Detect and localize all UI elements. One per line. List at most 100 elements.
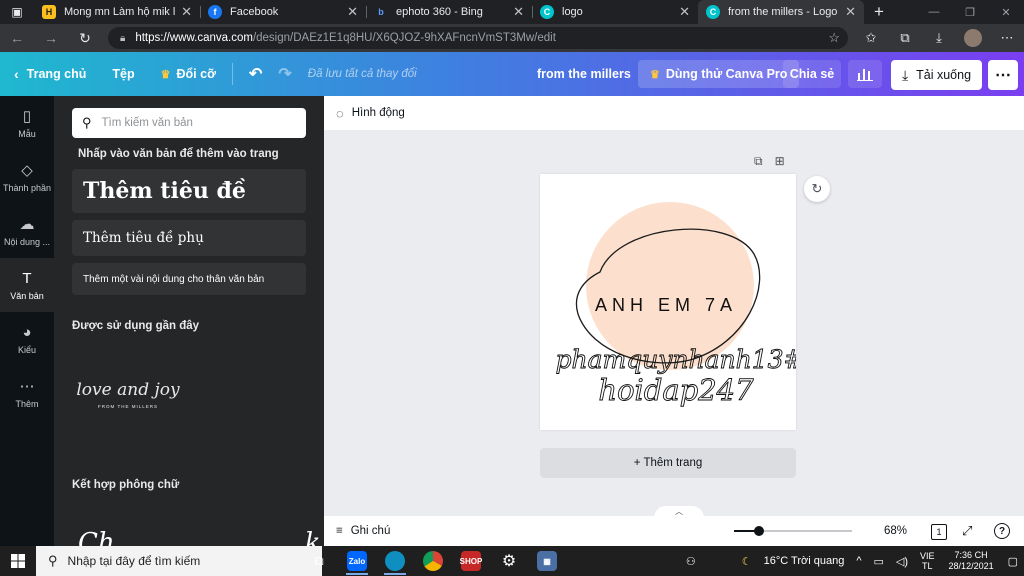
help-icon[interactable]: ? bbox=[994, 523, 1010, 539]
browser-tab-2[interactable]: b ephoto 360 - Bing ✕ bbox=[366, 0, 532, 24]
close-tab-icon[interactable]: ✕ bbox=[181, 4, 192, 20]
zoom-value[interactable]: 68% bbox=[884, 525, 907, 537]
chrome-icon[interactable] bbox=[414, 546, 452, 576]
design-title[interactable]: from the millers bbox=[537, 52, 631, 96]
edge-icon[interactable] bbox=[376, 546, 414, 576]
page-count[interactable]: 1 bbox=[931, 524, 947, 540]
zoom-slider[interactable] bbox=[734, 526, 852, 536]
rail-item-more[interactable]: ⋯ Thêm bbox=[0, 366, 54, 420]
notes-label: Ghi chú bbox=[350, 525, 391, 537]
collections-icon[interactable]: ⧉ bbox=[888, 30, 922, 46]
file-menu-button[interactable]: Tệp bbox=[104, 52, 142, 96]
taskbar-search-input[interactable]: ⚲ Nhập tại đây để tìm kiếm bbox=[36, 546, 322, 576]
fullscreen-icon[interactable]: ⤢ bbox=[962, 523, 972, 539]
rail-item-templates[interactable]: ▯ Mẫu bbox=[0, 96, 54, 150]
download-label: Tải xuống bbox=[916, 68, 972, 82]
undo-button[interactable]: ↶ bbox=[241, 52, 270, 96]
clock[interactable]: 7:36 CH 28/12/2021 bbox=[949, 550, 994, 572]
font-combos-title: Kết hợp phông chữ bbox=[72, 479, 180, 491]
weather-text[interactable]: 16°C Trời quang bbox=[764, 555, 845, 567]
zalo-icon[interactable]: Zalo bbox=[338, 546, 376, 576]
close-tab-icon[interactable]: ✕ bbox=[845, 4, 856, 20]
try-pro-button[interactable]: ♛ Dùng thử Canva Pro bbox=[638, 60, 800, 88]
tab-title: logo bbox=[562, 6, 583, 18]
lock-icon: 🔒︎ bbox=[120, 32, 126, 44]
browser-tab-3[interactable]: C logo ✕ bbox=[532, 0, 698, 24]
more-options-button[interactable]: ⋯ bbox=[988, 60, 1018, 90]
add-body-text-button[interactable]: Thêm một vài nội dung cho thân văn bản bbox=[72, 263, 306, 295]
add-subheading-button[interactable]: Thêm tiêu đề phụ bbox=[72, 220, 306, 256]
reload-icon[interactable]: ↻ bbox=[68, 30, 102, 47]
close-tab-icon[interactable]: ✕ bbox=[513, 4, 524, 20]
download-icon: ⤓ bbox=[901, 66, 909, 83]
volume-icon[interactable]: ◁) bbox=[896, 555, 908, 568]
close-tab-icon[interactable]: ✕ bbox=[679, 4, 690, 20]
windows-start-icon[interactable] bbox=[0, 546, 36, 576]
add-heading-button[interactable]: Thêm tiêu đề bbox=[72, 169, 306, 213]
insights-chart-icon[interactable] bbox=[848, 60, 882, 88]
task-view-icon[interactable]: ⧉ bbox=[300, 546, 338, 576]
url-path: /design/DAEz1E1q8HU/X6QJOZ-9hXAFncnVmST3… bbox=[252, 32, 556, 44]
new-tab-button[interactable]: + bbox=[864, 2, 894, 22]
settings-gear-icon[interactable]: ⚙ bbox=[490, 546, 528, 576]
downloads-icon[interactable]: ⤓ bbox=[922, 30, 956, 46]
url-field[interactable]: 🔒︎ https://www.canva.com/design/DAEz1E1q… bbox=[108, 27, 848, 49]
taskbar-search-placeholder: Nhập tại đây để tìm kiếm bbox=[67, 554, 201, 568]
add-page-icon[interactable]: ⊞ bbox=[775, 154, 785, 169]
add-page-button[interactable]: + Thêm trang bbox=[540, 448, 796, 478]
lang-top: VIE bbox=[920, 551, 935, 561]
close-window-icon[interactable]: ✕ bbox=[988, 0, 1024, 24]
design-main-text: ANH EM 7A bbox=[595, 295, 737, 315]
restore-icon[interactable]: ❐ bbox=[952, 0, 988, 24]
font-combo-preview[interactable]: Ch . . . . . . . . . . . k bbox=[78, 528, 320, 546]
browser-tab-0[interactable]: H Mong mn Làm hộ mik logo Ả ✕ bbox=[34, 0, 200, 24]
editor-area: ◌ Hình động ⧉ ⊞ ANH EM 7A phamquynhanh13… bbox=[324, 96, 1024, 546]
browser-tab-1[interactable]: f Facebook ✕ bbox=[200, 0, 366, 24]
tab-title: ephoto 360 - Bing bbox=[396, 6, 483, 18]
rail-item-styles[interactable]: ◕ Kiểu bbox=[0, 312, 54, 366]
favorite-star-icon[interactable]: ☆ bbox=[828, 30, 840, 46]
rail-item-text[interactable]: T Văn bản bbox=[0, 258, 54, 312]
duplicate-page-icon[interactable]: ⧉ bbox=[754, 154, 763, 169]
zoom-knob[interactable] bbox=[753, 526, 764, 536]
back-icon[interactable]: ← bbox=[0, 30, 34, 46]
notes-button[interactable]: ≡ Ghi chú bbox=[336, 525, 390, 537]
app-icon[interactable]: SHOP bbox=[452, 546, 490, 576]
rail-label: Mẫu bbox=[18, 129, 36, 139]
animate-icon: ◌ bbox=[336, 105, 344, 121]
taskbar-apps: ⧉ Zalo SHOP ⚙ ▦ bbox=[300, 546, 566, 576]
favorites-icon[interactable]: ✩ bbox=[854, 30, 888, 46]
notification-icon[interactable]: ▢ bbox=[1008, 555, 1018, 568]
browser-tab-4[interactable]: C from the millers - Logo ✕ bbox=[698, 0, 864, 24]
animate-button[interactable]: Hình động bbox=[352, 107, 405, 119]
crown-icon: ♛ bbox=[160, 68, 171, 81]
network-icon[interactable]: ▭ bbox=[874, 555, 884, 568]
chevron-up-icon[interactable]: ^ bbox=[856, 555, 861, 567]
profile-avatar[interactable] bbox=[964, 29, 982, 47]
tab-actions-icon[interactable]: ▣ bbox=[0, 0, 34, 24]
recent-text-thumbnail[interactable]: love and joy FROM THE MILLERS bbox=[72, 354, 184, 434]
people-icon[interactable]: ⚇ bbox=[686, 555, 696, 568]
close-tab-icon[interactable]: ✕ bbox=[347, 4, 358, 20]
clock-time: 7:36 CH bbox=[954, 550, 988, 560]
rail-item-uploads[interactable]: ☁ Nội dung ... bbox=[0, 204, 54, 258]
home-button[interactable]: ‹ Trang chủ bbox=[0, 52, 94, 96]
language-indicator[interactable]: VIE TL bbox=[920, 551, 935, 571]
rail-label: Văn bản bbox=[10, 290, 44, 301]
design-script-line-1: phamquynhanh13# bbox=[555, 345, 796, 374]
rail-item-elements[interactable]: ◇ Thành phần bbox=[0, 150, 54, 204]
calculator-icon[interactable]: ▦ bbox=[528, 546, 566, 576]
text-search-input[interactable]: ⚲ Tìm kiếm văn bản bbox=[72, 108, 306, 138]
design-page[interactable]: ANH EM 7A phamquynhanh13# hoidap247 bbox=[540, 174, 805, 430]
text-icon: T bbox=[22, 269, 32, 287]
forward-icon[interactable]: → bbox=[34, 30, 68, 46]
browser-menu-icon[interactable]: ⋯ bbox=[990, 30, 1024, 46]
share-button[interactable]: Chia sẻ bbox=[783, 60, 841, 88]
download-button[interactable]: ⤓ Tải xuống bbox=[891, 60, 982, 90]
rail-label: Kiểu bbox=[17, 344, 36, 355]
refresh-icon[interactable]: ↻ bbox=[804, 176, 830, 202]
redo-button[interactable]: ↷ bbox=[270, 52, 299, 96]
minimize-icon[interactable]: — bbox=[916, 0, 952, 24]
resize-button[interactable]: ♛ Đổi cỡ bbox=[153, 52, 224, 96]
page-tools: ⧉ ⊞ bbox=[754, 154, 785, 169]
